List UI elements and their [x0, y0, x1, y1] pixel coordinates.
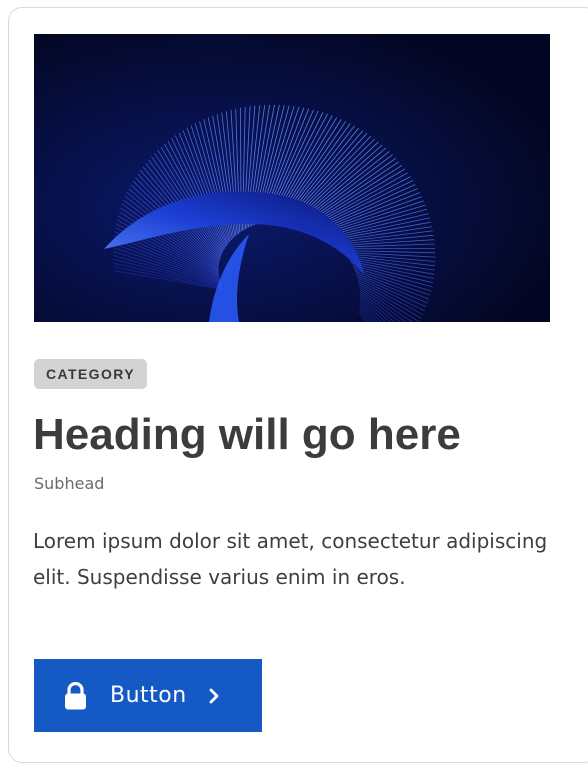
chevron-right-icon — [207, 687, 221, 705]
card-subhead: Subhead — [34, 474, 105, 493]
abstract-swirl-image — [34, 34, 550, 322]
card-action-button[interactable]: Button — [34, 659, 262, 732]
button-label: Button — [110, 683, 187, 708]
card-body-text: Lorem ipsum dolor sit amet, consectetur … — [33, 529, 548, 589]
lock-icon — [63, 681, 88, 710]
card-image — [34, 34, 550, 322]
category-badge: CATEGORY — [34, 359, 147, 389]
card-heading: Heading will go here — [33, 410, 461, 459]
